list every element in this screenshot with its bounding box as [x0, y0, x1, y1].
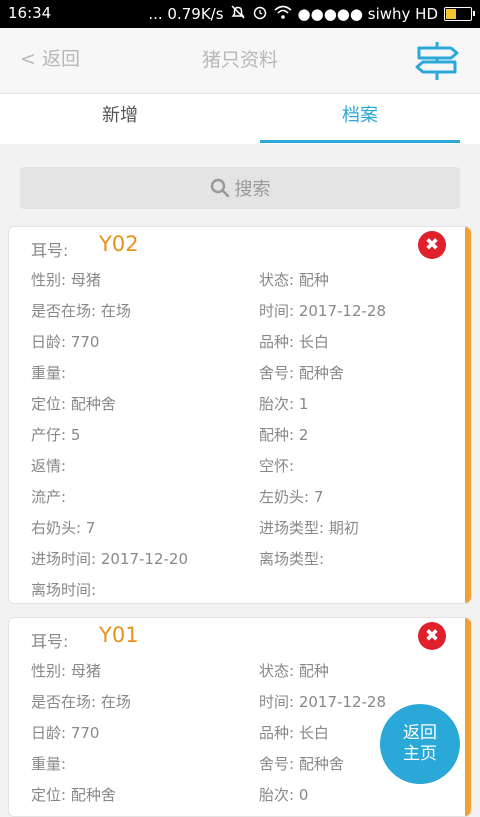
delete-icon[interactable]: ✖	[418, 231, 446, 259]
record-field: 品种: 长白	[259, 333, 329, 351]
tab-bar: 新增 档案	[0, 93, 480, 144]
wifi-icon	[274, 4, 292, 24]
alarm-icon	[252, 4, 268, 24]
mute-icon	[230, 4, 246, 24]
record-field: 进场类型: 期初	[259, 519, 359, 537]
home-button-line1: 返回	[403, 723, 437, 743]
ear-tag-value: Y01	[99, 623, 139, 647]
record-field: 性别: 母猪	[31, 662, 101, 680]
record-field: 右奶头: 7	[31, 519, 96, 537]
battery-icon	[444, 7, 475, 21]
record-field: 返情:	[31, 457, 67, 475]
record-field: 舍号: 配种舍	[259, 755, 344, 773]
record-field: 胎次: 0	[259, 786, 309, 804]
ear-tag-label: 耳号:	[31, 241, 69, 260]
record-field: 状态: 配种	[259, 662, 329, 680]
page-title: 猪只资料	[201, 49, 278, 71]
active-tab-indicator	[260, 140, 460, 143]
search-bar[interactable]: 搜索	[20, 167, 460, 209]
home-button-line2: 主页	[403, 744, 437, 764]
record-field: 左奶头: 7	[259, 488, 324, 506]
record-field: 日龄: 770	[31, 333, 100, 351]
carrier-text: ●●●●● siwhy HD	[297, 5, 438, 23]
search-placeholder: 搜索	[234, 179, 271, 200]
record-field: 空怀:	[259, 457, 295, 475]
tab-add[interactable]: 新增	[0, 94, 240, 144]
record-field: 重量:	[31, 755, 67, 773]
record-field: 性别: 母猪	[31, 271, 101, 289]
status-bar: 16:34 ... 0.79K/s ●●●●● siwhy HD	[0, 0, 480, 28]
search-icon	[210, 178, 229, 198]
record-field: 产仔: 5	[31, 426, 81, 444]
status-time: 16:34	[8, 4, 52, 22]
record-field: 离场类型:	[259, 550, 325, 568]
record-field: 是否在场: 在场	[31, 693, 131, 711]
record-field: 胎次: 1	[259, 395, 309, 413]
record-field: 品种: 长白	[259, 724, 329, 742]
nav-bar: < 返回 猪只资料	[0, 28, 480, 92]
tab-archive[interactable]: 档案	[240, 94, 480, 144]
signpost-icon[interactable]	[413, 38, 461, 82]
pig-record-card[interactable]: 耳号: Y02 ✖ 性别: 母猪 状态: 配种是否在场: 在场 时间: 2017-1…	[8, 226, 472, 604]
record-field: 状态: 配种	[259, 271, 329, 289]
network-speed: ... 0.79K/s	[148, 5, 224, 23]
record-field: 日龄: 770	[31, 724, 100, 742]
card-accent-bar	[465, 227, 471, 603]
status-right: ... 0.79K/s ●●●●● siwhy HD	[148, 4, 475, 24]
return-home-button[interactable]: 返回 主页	[380, 704, 460, 784]
record-field: 重量:	[31, 364, 67, 382]
delete-icon[interactable]: ✖	[418, 622, 446, 650]
record-field: 是否在场: 在场	[31, 302, 131, 320]
record-field: 时间: 2017-12-28	[259, 302, 386, 320]
record-field: 离场时间:	[31, 581, 97, 599]
record-field: 舍号: 配种舍	[259, 364, 344, 382]
card-accent-bar	[465, 618, 471, 816]
ear-tag-value: Y02	[99, 232, 139, 256]
record-field: 定位: 配种舍	[31, 395, 116, 413]
ear-tag-label: 耳号:	[31, 632, 69, 651]
record-field: 配种: 2	[259, 426, 309, 444]
record-field: 定位: 配种舍	[31, 786, 116, 804]
record-field: 时间: 2017-12-28	[259, 693, 386, 711]
record-field: 进场时间: 2017-12-20	[31, 550, 188, 568]
record-field: 流产:	[31, 488, 67, 506]
